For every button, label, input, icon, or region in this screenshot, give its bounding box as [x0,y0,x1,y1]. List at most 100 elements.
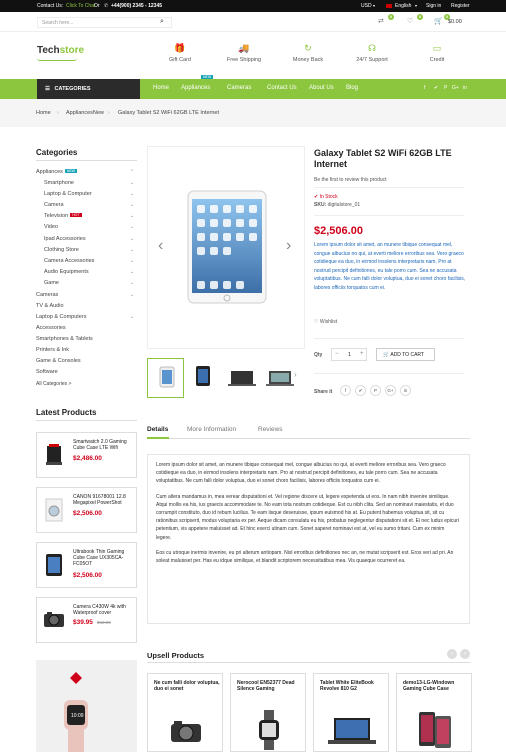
facebook-icon[interactable]: f [424,85,425,91]
chevron-down-icon[interactable]: ⌄ [130,224,134,230]
feature-money-back[interactable]: ↻ Money Back [278,44,338,64]
thumbnail[interactable] [224,358,261,398]
breadcrumb-appliances[interactable]: AppliancesNew [66,110,104,116]
nav-blog[interactable]: Blog [346,85,358,91]
currency-select[interactable]: USD [361,3,372,9]
upsell-prev-icon[interactable]: ‹ [447,649,457,659]
share-twitter-icon[interactable]: ✔ [355,385,366,396]
thumbnail[interactable] [147,358,184,398]
quantity-stepper[interactable]: − 1 + [331,348,367,361]
compare-icon[interactable]: ⇄ 0 [378,14,394,27]
upsell-card[interactable]: Tablet White EliteBook Revolve 810 G2 [313,673,389,752]
nav-appliances[interactable]: Appliances [181,85,210,91]
upsell-card[interactable]: demo13-LG-Windown Gaming Cube Case [396,673,472,752]
tab-details[interactable]: Details [147,426,168,433]
cat-software[interactable]: Software [36,369,58,375]
next-arrow-icon[interactable]: › [286,237,291,255]
cat-tv-audio[interactable]: TV & Audio [36,303,64,309]
chat-link[interactable]: Click To Chat [66,3,95,9]
cat-camera[interactable]: Camera [44,202,64,208]
cat-television[interactable]: Television HOT [44,213,82,219]
pinterest-icon[interactable]: P [444,85,447,91]
share-pinterest-icon[interactable]: P [370,385,381,396]
wishlist-link[interactable]: ♡ Wishlist [314,319,337,325]
share-linkedin-icon[interactable]: in [400,385,411,396]
upsell-card[interactable]: Nerocool EN52377 Dead Silence Gaming [230,673,306,752]
chevron-down-icon[interactable]: ⌄ [130,292,134,298]
cat-camera-accessories[interactable]: Camera Accessories [44,258,94,264]
search-icon[interactable]: ⌕ [160,18,164,26]
chevron-down-icon[interactable]: ⌄ [130,236,134,242]
nav-about[interactable]: About Us [309,85,334,91]
product-name[interactable]: Camera C430W 4k with Waterproof cover [73,604,135,616]
upsell-product-name[interactable]: Ne cum falli dolor voluptua, duo ei sone… [154,680,220,692]
language-select[interactable]: English [395,3,411,9]
cart-total[interactable]: $0.00 [448,19,462,25]
cat-ipad-accessories[interactable]: Ipad Accessories [44,236,86,242]
cart-icon[interactable]: 🛒 0 [434,14,450,27]
twitter-icon[interactable]: ✔ [434,85,438,91]
cat-accessories[interactable]: Accessories [36,325,66,331]
chevron-down-icon[interactable]: ⌄ [130,247,134,253]
signin-link[interactable]: Sign in [426,3,441,9]
latest-product-card[interactable]: Smartwatch 2.0 Gaming Cube Case LTE Wifi… [36,432,137,478]
cat-game[interactable]: Game [44,280,59,286]
upsell-product-name[interactable]: demo13-LG-Windown Gaming Cube Case [403,680,469,692]
feature-credit[interactable]: ▭ Credit [407,44,467,64]
plus-icon[interactable]: + [360,351,364,357]
thumbnail[interactable] [185,358,222,398]
nav-home[interactable]: Home [153,85,169,91]
chevron-down-icon[interactable]: ⌄ [130,202,134,208]
cat-printers[interactable]: Printers & Ink [36,347,69,353]
share-facebook-icon[interactable]: f [340,385,351,396]
feature-gift-card[interactable]: 🎁 Gift Card [150,44,210,64]
add-to-cart-button[interactable]: 🛒 ADD TO CART [376,348,435,361]
chevron-down-icon[interactable]: ⌄ [130,180,134,186]
review-link[interactable]: Be the first to review this product [314,177,387,183]
cat-game-consoles[interactable]: Game & Consoles [36,358,81,364]
all-categories-link[interactable]: All Categories > [36,381,71,387]
chevron-down-icon[interactable]: ⌄ [130,258,134,264]
chevron-down-icon[interactable]: ⌄ [130,269,134,275]
share-google-icon[interactable]: G+ [385,385,396,396]
main-product-image[interactable]: ‹ › [147,146,305,349]
nav-contact[interactable]: Contact Us [267,85,297,91]
cat-laptop-computers[interactable]: Laptop & Computers [36,314,86,320]
upsell-next-icon[interactable]: › [460,649,470,659]
chevron-down-icon[interactable]: ⌄ [130,314,134,320]
cat-audio[interactable]: Audio Equipments [44,269,89,275]
cat-cameras[interactable]: Cameras [36,292,58,298]
cat-clothing[interactable]: Clothing Store [44,247,79,253]
cat-smartphones-tablets[interactable]: Smartphones & Tablets [36,336,93,342]
upsell-card[interactable]: Ne cum falli dolor voluptua, duo ei sone… [147,673,223,752]
sidebar-banner[interactable]: 10:09 [36,660,137,752]
categories-button[interactable]: ☰ CATEGORIES [37,79,140,99]
chevron-up-icon[interactable]: ⌃ [130,169,134,175]
product-name[interactable]: Ultrabook Thin Gaming Cube Case UX305CA-… [73,549,135,567]
logo[interactable]: Techstore [37,45,84,56]
quantity-value[interactable]: 1 [348,352,351,358]
nav-cameras[interactable]: Cameras [227,85,251,91]
breadcrumb-home[interactable]: Home [36,110,51,116]
upsell-product-name[interactable]: Tablet White EliteBook Revolve 810 G2 [320,680,386,692]
product-name[interactable]: CANON 91678001 12.8 Megapixel PowerShot [73,494,135,506]
latest-product-card[interactable]: CANON 91678001 12.8 Megapixel PowerShot … [36,487,137,533]
feature-support[interactable]: ☊ 24/7 Support [342,44,402,64]
cat-video[interactable]: Video [44,224,58,230]
cat-laptop[interactable]: Laptop & Computer [44,191,92,197]
feature-free-shipping[interactable]: 🚚 Free Shipping [214,44,274,64]
linkedin-icon[interactable]: in [463,85,467,91]
chevron-down-icon[interactable]: ⌄ [130,191,134,197]
minus-icon[interactable]: − [335,351,339,357]
upsell-product-name[interactable]: Nerocool EN52377 Dead Silence Gaming [237,680,303,692]
heart-icon[interactable]: ♡ 0 [407,14,423,27]
google-plus-icon[interactable]: G+ [452,85,459,91]
chevron-right-icon[interactable]: › [294,370,297,379]
latest-product-card[interactable]: Ultrabook Thin Gaming Cube Case UX305CA-… [36,542,137,588]
prev-arrow-icon[interactable]: ‹ [158,237,163,255]
search-input[interactable]: Search here... [37,17,172,28]
tab-more-information[interactable]: More Information [187,426,236,433]
product-name[interactable]: Smartwatch 2.0 Gaming Cube Case LTE Wifi [73,439,135,451]
latest-product-card[interactable]: Camera C430W 4k with Waterproof cover $3… [36,597,137,643]
register-link[interactable]: Register [451,3,470,9]
